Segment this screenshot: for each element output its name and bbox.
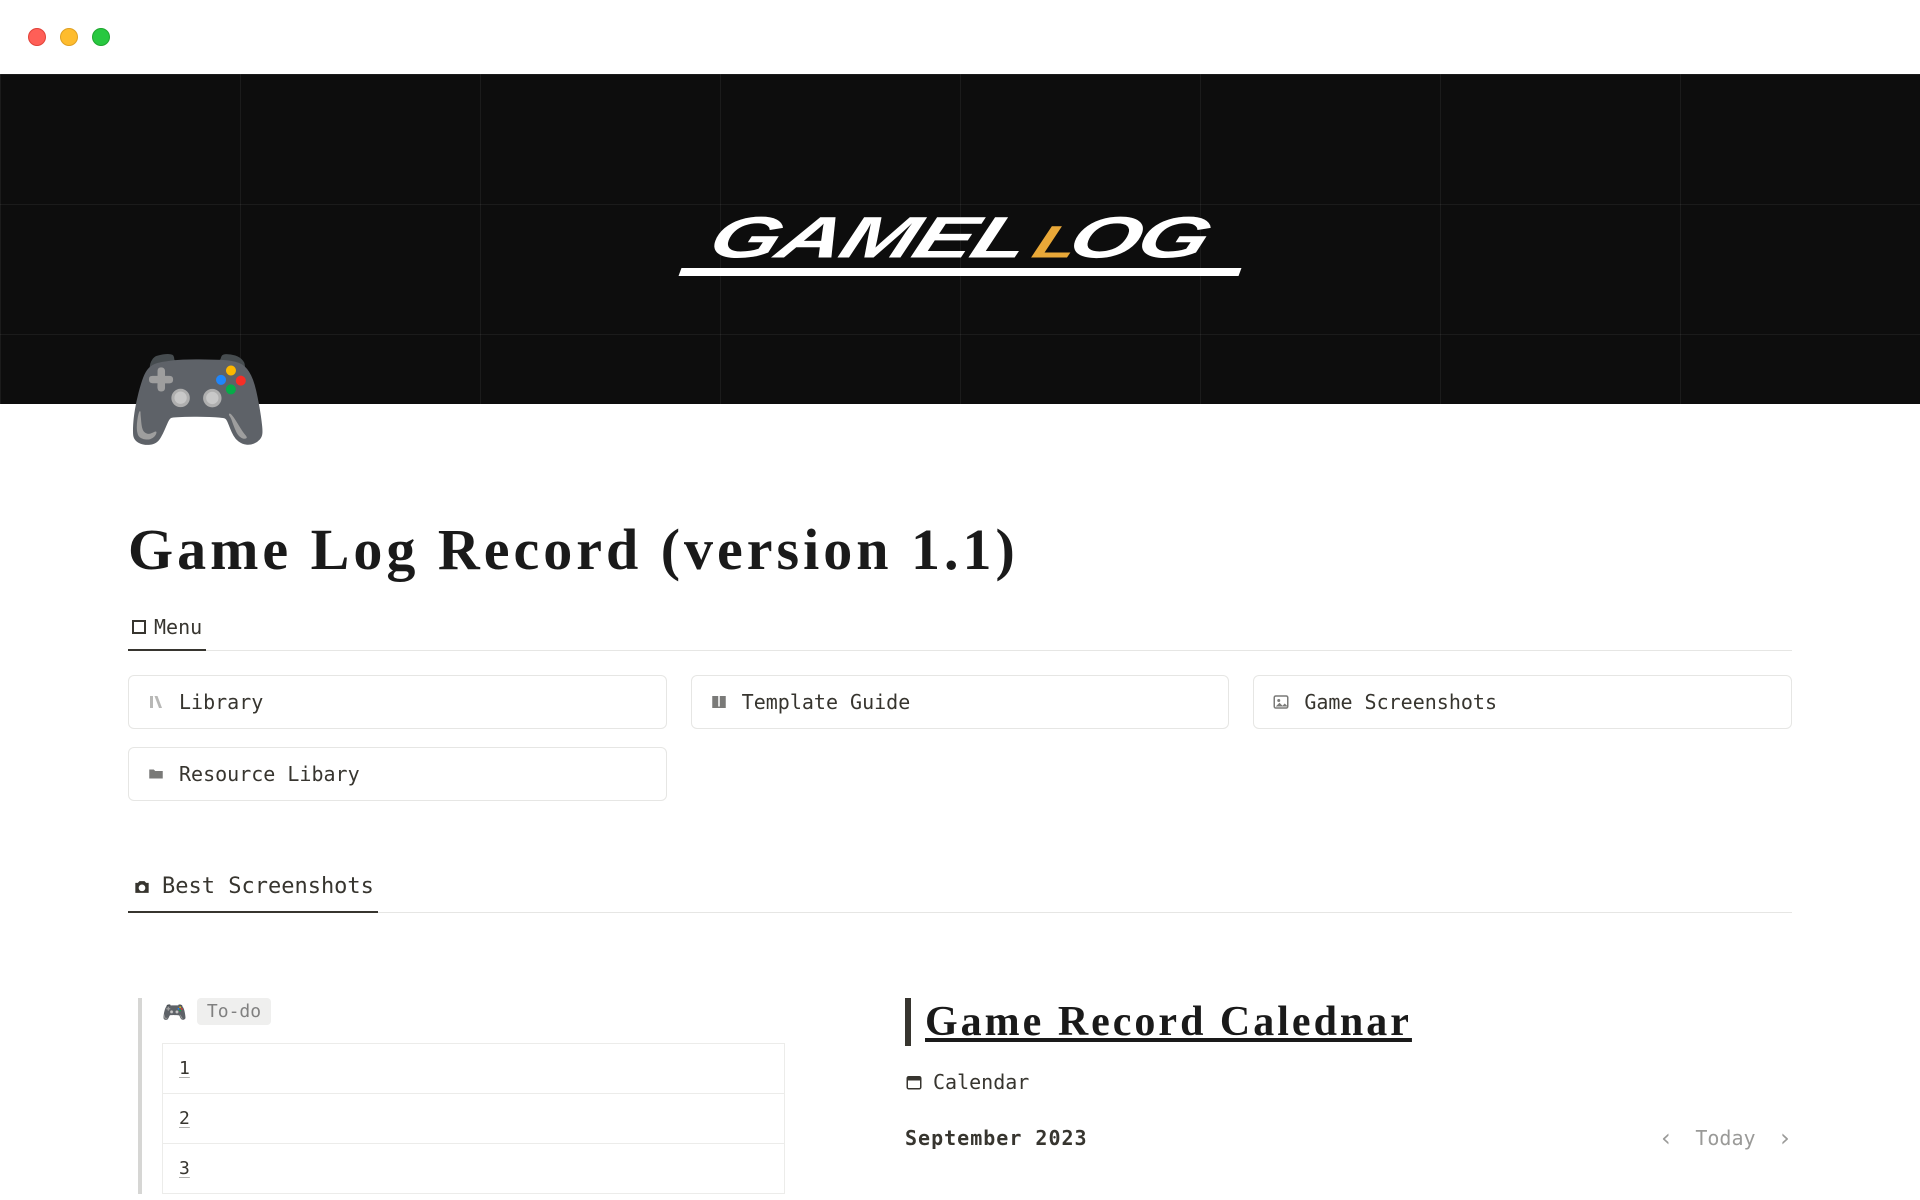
todo-block: 🎮 To-do 1 2 3 <box>138 998 785 1194</box>
notion-icon <box>147 693 167 711</box>
camera-icon <box>132 877 152 897</box>
tab-menu-label: Menu <box>154 615 202 639</box>
calendar-title[interactable]: Game Record Calednar <box>905 998 1792 1046</box>
calendar-prev-button[interactable]: ‹ <box>1659 1124 1673 1152</box>
todo-row[interactable]: 1 <box>162 1043 785 1094</box>
calendar-block: Game Record Calednar Calendar September … <box>905 998 1792 1194</box>
card-library[interactable]: Library <box>128 675 667 729</box>
fullscreen-window-button[interactable] <box>92 28 110 46</box>
calendar-view-label: Calendar <box>933 1070 1029 1094</box>
calendar-next-button[interactable]: › <box>1778 1124 1792 1152</box>
tab-best-screenshots-label: Best Screenshots <box>162 874 374 899</box>
card-library-label: Library <box>179 690 263 714</box>
gamepad-icon: 🎮 <box>162 1000 187 1024</box>
todo-list: 1 2 3 <box>162 1043 785 1194</box>
tab-menu[interactable]: Menu <box>128 607 206 651</box>
screenshots-view-tabs: Best Screenshots <box>128 866 1792 913</box>
todo-row-number: 3 <box>179 1158 190 1179</box>
card-resource-library[interactable]: Resource Libary <box>128 747 667 801</box>
menu-cards-row1: Library Template Guide Game Screenshots <box>128 675 1792 729</box>
calendar-month[interactable]: September 2023 <box>905 1126 1088 1150</box>
card-resource-library-label: Resource Libary <box>179 762 360 786</box>
card-game-screenshots-label: Game Screenshots <box>1304 690 1497 714</box>
lower-columns: 🎮 To-do 1 2 3 Game Record Calednar Calen… <box>128 998 1792 1194</box>
calendar-view-tab[interactable]: Calendar <box>905 1070 1792 1094</box>
page-title[interactable]: Game Log Record (version 1.1) <box>128 516 1792 583</box>
square-icon <box>132 620 146 634</box>
page-icon[interactable]: 🎮 <box>124 340 271 458</box>
minimize-window-button[interactable] <box>60 28 78 46</box>
card-template-guide-label: Template Guide <box>742 690 911 714</box>
close-window-button[interactable] <box>28 28 46 46</box>
window-titlebar <box>0 0 1920 74</box>
cover-logo: GAMEL L OG <box>680 202 1240 276</box>
calendar-toolbar: September 2023 ‹ Today › <box>905 1124 1792 1152</box>
card-game-screenshots[interactable]: Game Screenshots <box>1253 675 1792 729</box>
traffic-lights <box>28 28 110 46</box>
logo-right: OG <box>1063 215 1216 262</box>
todo-row-number: 2 <box>179 1108 190 1129</box>
card-template-guide[interactable]: Template Guide <box>691 675 1230 729</box>
page-cover: GAMEL L OG 🎮 <box>0 74 1920 404</box>
book-icon <box>710 693 730 711</box>
todo-row[interactable]: 2 <box>162 1094 785 1144</box>
logo-left: GAMEL <box>704 215 1036 262</box>
logo-underline <box>679 268 1242 276</box>
image-icon <box>1272 693 1292 711</box>
todo-chip[interactable]: To-do <box>197 998 271 1025</box>
cover-logo-text: GAMEL L OG <box>704 215 1217 262</box>
todo-header: 🎮 To-do <box>162 998 785 1025</box>
menu-view-tabs: Menu <box>128 607 1792 651</box>
menu-cards-row2: Resource Libary <box>128 747 1792 801</box>
todo-row-number: 1 <box>179 1058 190 1079</box>
todo-row[interactable]: 3 <box>162 1144 785 1194</box>
folder-icon <box>147 765 167 783</box>
tab-best-screenshots[interactable]: Best Screenshots <box>128 866 378 913</box>
calendar-nav: ‹ Today › <box>1659 1124 1792 1152</box>
calendar-icon <box>905 1073 923 1091</box>
calendar-today-button[interactable]: Today <box>1695 1126 1755 1150</box>
